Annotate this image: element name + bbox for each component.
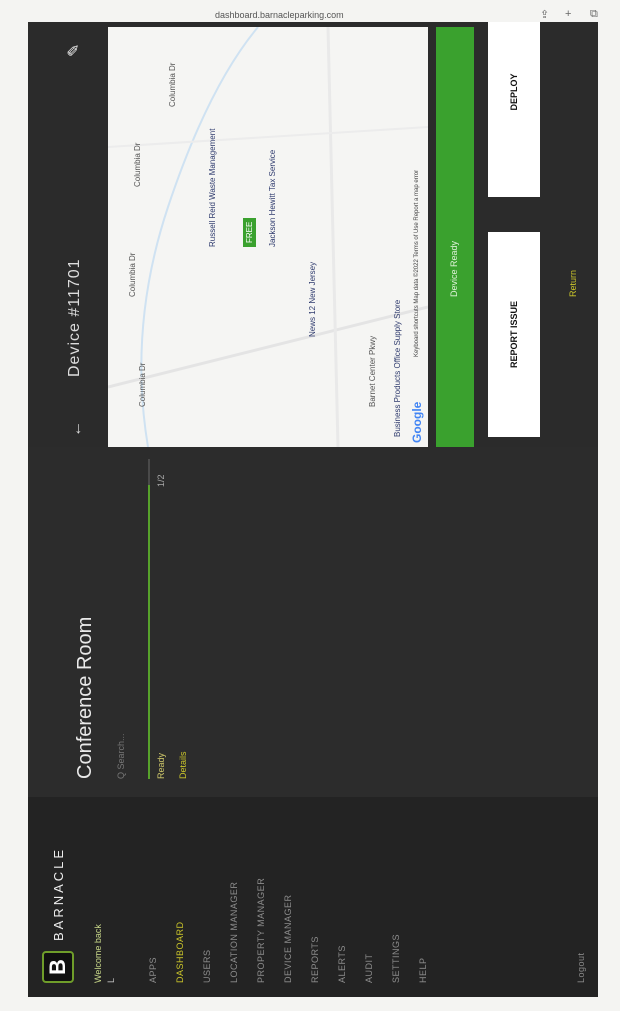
room-status-label: Ready [156, 752, 166, 779]
room-progress-fill [148, 484, 150, 779]
user-icon: L [106, 977, 116, 983]
search-input[interactable]: Q Search... [116, 733, 126, 779]
logo-mark: B [42, 951, 74, 983]
sidebar-item-dashboard[interactable]: Dashboard [167, 797, 194, 997]
sidebar-nav: Apps Dashboard Users Location Manager Pr… [140, 797, 437, 997]
edit-pencil-icon[interactable]: ✎ [64, 44, 84, 57]
device-panel: ← Device #11701 ✎ Columbia Dr Columbia D… [28, 22, 598, 447]
sidebar-item-reports[interactable]: Reports [302, 797, 329, 997]
map-pin-label[interactable]: Business Products Office Supply Store [393, 300, 402, 437]
sidebar-item-users[interactable]: Users [194, 797, 221, 997]
back-arrow-icon[interactable]: ← [68, 421, 86, 437]
return-link[interactable]: Return [568, 270, 578, 297]
device-title: Device #11701 [66, 258, 83, 377]
url-bar[interactable]: dashboard.barnacleparking.com [215, 10, 620, 20]
brand-name: BARNACLE [50, 846, 66, 941]
room-panel: Conference Room Q Search... Ready 1/2 De… [28, 447, 598, 797]
room-progress-bar [148, 459, 150, 779]
sidebar-item-settings[interactable]: Settings [383, 797, 410, 997]
sidebar-item-location-manager[interactable]: Location Manager [221, 797, 248, 997]
street-label: Barnet Center Pkwy [368, 335, 377, 407]
street-label: Columbia Dr [128, 252, 137, 297]
map-view[interactable]: Columbia Dr Columbia Dr Columbia Dr Colu… [108, 27, 428, 447]
room-status-count: 1/2 [156, 474, 166, 487]
sidebar-item-alerts[interactable]: Alerts [329, 797, 356, 997]
logo: B BARNACLE [42, 847, 74, 983]
map-attribution[interactable]: Keyboard shortcuts Map data ©2022 Terms … [414, 170, 420, 357]
map-badge: FREE [243, 217, 256, 247]
logout-link[interactable]: Logout [576, 952, 586, 983]
user-greeting: Welcome back [93, 924, 103, 983]
map-pin-label[interactable]: Russell Reid Waste Management [208, 129, 217, 247]
deploy-button[interactable]: DEPLOY [488, 22, 540, 197]
report-issue-button[interactable]: REPORT ISSUE [488, 232, 540, 437]
room-details-link[interactable]: Details [178, 751, 188, 779]
map-pin-label[interactable]: Jackson Hewitt Tax Service [268, 150, 277, 247]
sidebar: B BARNACLE Welcome back L Apps Dashboard… [28, 797, 598, 997]
rotated-app: B BARNACLE Welcome back L Apps Dashboard… [28, 22, 598, 997]
sidebar-item-apps[interactable]: Apps [140, 797, 167, 997]
sidebar-item-device-manager[interactable]: Device Manager [275, 797, 302, 997]
device-status-label: Device Ready [449, 240, 459, 297]
sidebar-item-help[interactable]: Help [410, 797, 437, 997]
device-screen: B BARNACLE Welcome back L Apps Dashboard… [28, 22, 598, 997]
device-status-bar: Device Ready [436, 27, 474, 447]
page-title: Conference Room [74, 616, 96, 779]
map-pin-label[interactable]: News 12 New Jersey [308, 262, 317, 337]
sidebar-item-audit[interactable]: Audit [356, 797, 383, 997]
street-label: Columbia Dr [138, 362, 147, 407]
street-label: Columbia Dr [133, 142, 142, 187]
sidebar-item-property-manager[interactable]: Property Manager [248, 797, 275, 997]
street-label: Columbia Dr [168, 62, 177, 107]
google-logo: Google [410, 401, 424, 443]
